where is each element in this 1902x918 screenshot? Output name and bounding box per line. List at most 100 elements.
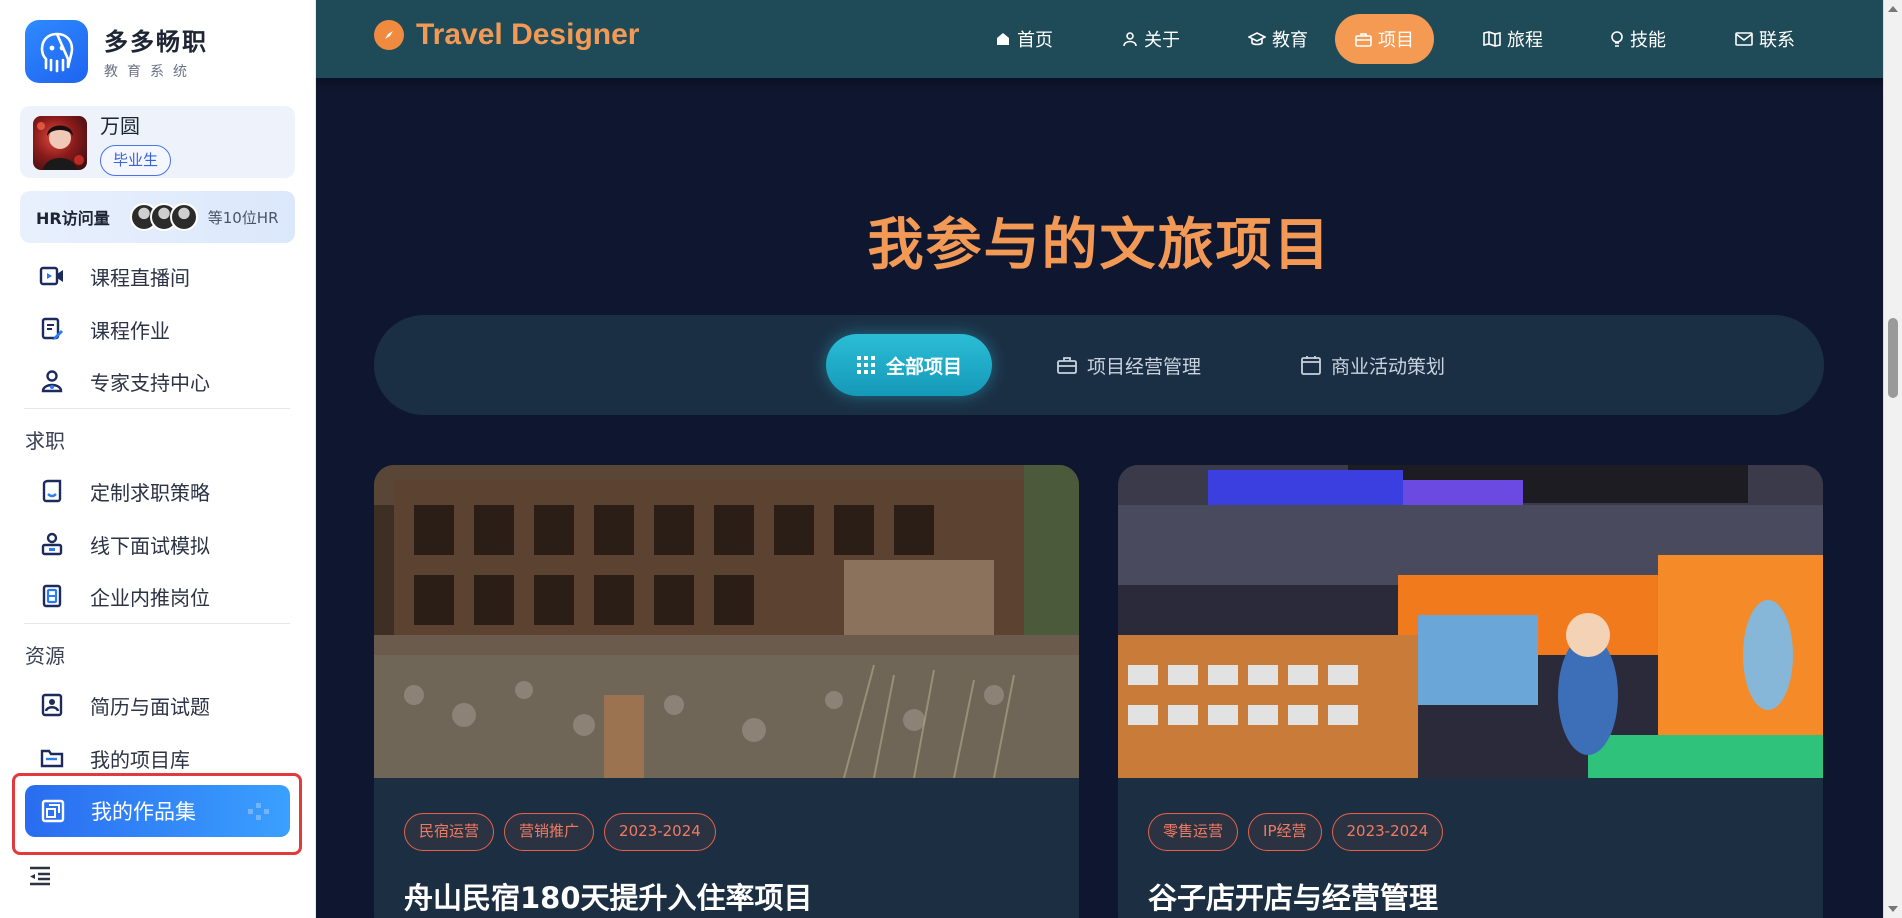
- hr-visits-label: HR访问量: [36, 209, 110, 228]
- nav-label: 首页: [1017, 30, 1053, 51]
- referral-icon: [36, 580, 68, 612]
- sidebar-item-label: 定制求职策略: [90, 480, 210, 505]
- bulb-icon: [1610, 30, 1624, 48]
- user-status-badge: 毕业生: [100, 145, 172, 176]
- folder-icon: [36, 742, 68, 774]
- project-filter-tabs: 全部项目 项目经营管理 商业活动策划: [374, 315, 1824, 415]
- nav-label: 旅程: [1507, 30, 1543, 51]
- resume-icon: [36, 689, 68, 721]
- user-name: 万圆: [100, 114, 140, 138]
- page-scrollbar[interactable]: [1883, 0, 1902, 918]
- sidebar-item-live[interactable]: 课程直播间: [24, 252, 294, 300]
- sidebar-item-expert[interactable]: 专家支持中心: [24, 357, 294, 405]
- tag-list: 零售运营 IP经营 2023-2024: [1148, 813, 1453, 851]
- tag: IP经营: [1248, 813, 1322, 851]
- portfolio-icon: [37, 795, 69, 827]
- expert-icon: [36, 365, 68, 397]
- scroll-thumb[interactable]: [1888, 318, 1898, 398]
- project-card[interactable]: 零售运营 IP经营 2023-2024 谷子店开店与经营管理: [1118, 465, 1823, 918]
- sidebar-item-label: 线下面试模拟: [90, 533, 210, 558]
- tab-label: 全部项目: [886, 355, 963, 378]
- brand-name: Travel Designer: [416, 18, 640, 51]
- pixel-decoration-icon: [246, 797, 274, 825]
- nav-label: 教育: [1272, 30, 1308, 51]
- octopus-logo-icon: [25, 20, 88, 83]
- sidebar-item-label: 简历与面试题: [90, 694, 210, 719]
- sidebar-item-label: 我的项目库: [90, 747, 190, 772]
- main-content: Travel Designer 首页 关于 教育 项目 旅程 技能 联系 我参与…: [316, 0, 1883, 918]
- nav-projects[interactable]: 项目: [1335, 14, 1434, 64]
- logo-title: 多多畅职: [104, 28, 208, 56]
- collapse-sidebar-button[interactable]: [25, 863, 55, 893]
- compass-icon: [374, 20, 404, 50]
- interview-icon: [36, 528, 68, 560]
- sidebar: 多多畅职 教育系统 万圆 毕业生 HR访问量 等10位HR 课程直播间 课程作业…: [0, 0, 316, 918]
- user-icon: [1122, 31, 1138, 47]
- tag: 民宿运营: [404, 813, 495, 851]
- project-image-goods-store: [1118, 465, 1823, 778]
- logo-subtitle: 教育系统: [104, 64, 196, 80]
- section-label-resources: 资源: [25, 644, 65, 668]
- hr-avatar-group: [129, 203, 198, 231]
- sidebar-item-label: 专家支持中心: [90, 370, 210, 395]
- hr-visits-count: 等10位HR: [207, 208, 279, 227]
- hr-avatar: [169, 203, 198, 231]
- sidebar-item-label: 课程直播间: [90, 265, 190, 290]
- map-icon: [1483, 31, 1501, 47]
- scroll-down-icon[interactable]: [1888, 906, 1898, 912]
- tag-list: 民宿运营 营销推广 2023-2024: [404, 813, 726, 851]
- nav-home[interactable]: 首页: [975, 14, 1073, 64]
- sidebar-item-label: 课程作业: [90, 318, 170, 343]
- homework-icon: [36, 313, 68, 345]
- nav-label: 关于: [1144, 30, 1180, 51]
- collapse-menu-icon: [28, 866, 52, 890]
- sidebar-item-referral[interactable]: 企业内推岗位: [24, 572, 294, 620]
- logo[interactable]: 多多畅职 教育系统: [25, 20, 208, 83]
- nav-about[interactable]: 关于: [1102, 14, 1200, 64]
- live-video-icon: [36, 260, 68, 292]
- project-title: 谷子店开店与经营管理: [1148, 881, 1439, 915]
- nav-label: 项目: [1378, 30, 1414, 51]
- home-icon: [995, 31, 1011, 47]
- nav-label: 技能: [1630, 30, 1666, 51]
- nav-journey[interactable]: 旅程: [1463, 14, 1563, 64]
- tag: 2023-2024: [604, 813, 716, 851]
- mail-icon: [1735, 32, 1753, 46]
- avatar: [33, 116, 87, 170]
- brand[interactable]: Travel Designer: [374, 18, 639, 52]
- sidebar-item-homework[interactable]: 课程作业: [24, 305, 294, 353]
- sidebar-item-resume[interactable]: 简历与面试题: [24, 681, 294, 729]
- sidebar-item-interview[interactable]: 线下面试模拟: [24, 520, 294, 568]
- project-card[interactable]: 民宿运营 营销推广 2023-2024 舟山民宿180天提升入住率项目: [374, 465, 1079, 918]
- nav-skills[interactable]: 技能: [1590, 14, 1686, 64]
- nav-education[interactable]: 教育: [1228, 14, 1328, 64]
- tab-label: 商业活动策划: [1331, 355, 1446, 378]
- grid-icon: [856, 355, 876, 375]
- tab-label: 项目经营管理: [1087, 355, 1202, 378]
- scroll-up-icon[interactable]: [1888, 6, 1898, 12]
- project-image-homestay: [374, 465, 1079, 779]
- sidebar-item-label: 企业内推岗位: [90, 585, 210, 610]
- graduation-icon: [1248, 31, 1266, 47]
- tag: 2023-2024: [1331, 813, 1444, 851]
- nav-contact[interactable]: 联系: [1715, 14, 1815, 64]
- section-label-job: 求职: [25, 429, 65, 453]
- divider: [24, 408, 290, 409]
- tab-project-management[interactable]: 项目经营管理: [1027, 334, 1231, 396]
- tab-business-events[interactable]: 商业活动策划: [1271, 334, 1475, 396]
- nav-label: 联系: [1759, 30, 1795, 51]
- calendar-icon: [1301, 355, 1321, 375]
- sidebar-item-portfolio[interactable]: 我的作品集: [25, 785, 290, 837]
- hr-visits-card[interactable]: HR访问量 等10位HR: [20, 191, 295, 243]
- sidebar-item-strategy[interactable]: 定制求职策略: [24, 467, 294, 515]
- project-title: 舟山民宿180天提升入住率项目: [404, 881, 813, 915]
- user-card[interactable]: 万圆 毕业生: [20, 106, 295, 178]
- strategy-icon: [36, 475, 68, 507]
- briefcase-icon: [1355, 32, 1372, 47]
- tag: 营销推广: [504, 813, 595, 851]
- tab-all-projects[interactable]: 全部项目: [826, 334, 993, 396]
- briefcase-icon: [1057, 356, 1077, 374]
- sidebar-item-label: 我的作品集: [91, 800, 196, 824]
- top-navbar: Travel Designer 首页 关于 教育 项目 旅程 技能 联系: [316, 0, 1883, 78]
- tag: 零售运营: [1148, 813, 1239, 851]
